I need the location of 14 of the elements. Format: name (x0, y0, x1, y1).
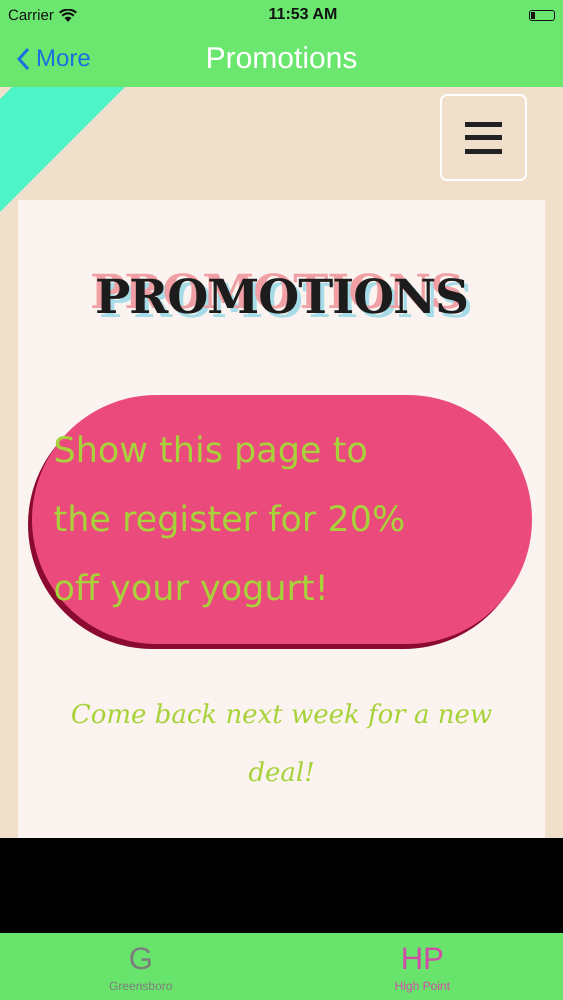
menu-icon (465, 122, 502, 154)
tab-item[interactable]: G Greensboro (0, 933, 282, 1000)
menu-button[interactable] (440, 94, 527, 181)
offer-banner: Show this page to the register for 20% off your yogurt! (32, 395, 532, 644)
nav-title: Promotions (206, 42, 358, 74)
battery-icon (529, 10, 555, 20)
wifi-icon (58, 8, 77, 22)
promo-heading: PROMOTIONS (94, 270, 468, 325)
tab-item[interactable]: HP High Point (282, 933, 563, 1000)
promo-note: Come back next week for a new deal! (70, 699, 494, 790)
chevron-left-icon (16, 46, 30, 70)
carrier-label: Carrier (8, 6, 54, 24)
status-time: 11:53 AM (268, 6, 338, 24)
back-button[interactable]: More (0, 44, 91, 72)
